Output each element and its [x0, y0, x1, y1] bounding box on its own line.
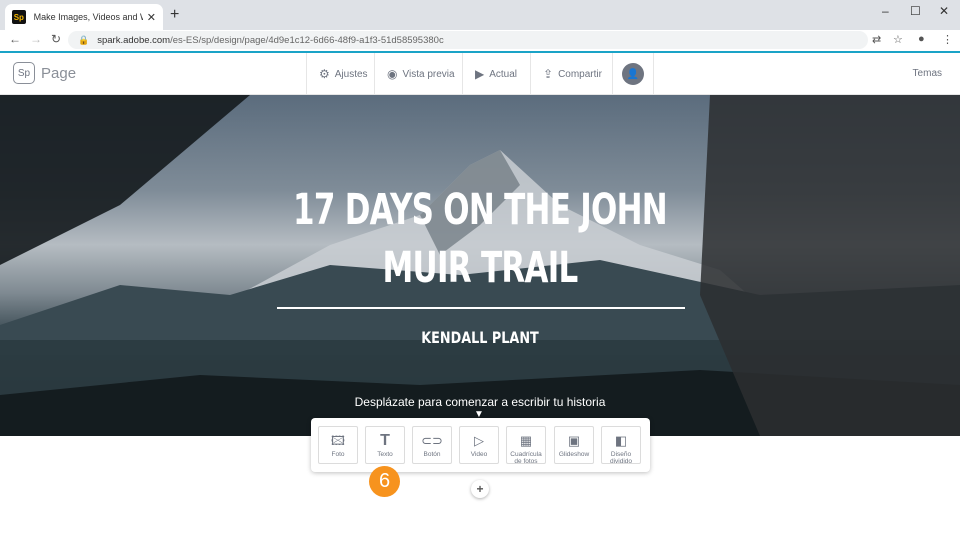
photo-grid-icon: ▦: [519, 433, 533, 448]
author-name[interactable]: KENDALL PLANT: [360, 328, 600, 347]
insert-button-button[interactable]: ⊂⊃ Botón: [412, 426, 452, 464]
reload-icon[interactable]: ↻: [51, 32, 61, 46]
collaborate-button[interactable]: 👤: [612, 53, 654, 95]
new-tab-button[interactable]: +: [170, 6, 179, 24]
url-host: spark.adobe.com: [97, 34, 171, 46]
minimize-icon[interactable]: –: [882, 4, 889, 18]
maximize-icon[interactable]: ☐: [910, 4, 921, 18]
insert-content-toolbar: 🖾 Foto T Texto ⊂⊃ Botón ▷ Video ▦ Cuadrí…: [311, 418, 650, 472]
url-path: /es-ES/sp/design/page/4d9e1c12-6d66-48f9…: [170, 34, 444, 46]
link-icon: ⊂⊃: [421, 433, 443, 448]
address-bar[interactable]: 🔒 spark.adobe.com/es-ES/sp/design/page/4…: [68, 31, 868, 49]
translate-icon[interactable]: ⇄: [872, 33, 881, 46]
insert-photo-grid-button[interactable]: ▦ Cuadrícula de fotos: [506, 426, 546, 465]
insert-photo-label: Foto: [331, 451, 345, 458]
tab-close-icon[interactable]: ✕: [147, 11, 156, 24]
page-title[interactable]: 17 DAYS ON THE JOHN MUIR TRAIL: [278, 181, 681, 297]
photo-icon: 🖾: [330, 433, 346, 448]
share-button[interactable]: ⇪ Compartir: [530, 53, 612, 95]
spark-favicon-icon: Sp: [12, 10, 26, 24]
insert-text-label: Texto: [377, 451, 393, 458]
back-icon[interactable]: ←: [9, 32, 21, 46]
bookmark-star-icon[interactable]: ☆: [893, 33, 903, 46]
insert-photo-grid-label: Cuadrícula de fotos: [510, 451, 542, 465]
insert-text-button[interactable]: T Texto: [365, 426, 405, 464]
split-layout-icon: ◧: [614, 433, 628, 448]
spark-header: Sp Page ⚙ Ajustes ◉ Vista previa ▶ Actua…: [0, 53, 960, 95]
menu-kebab-icon[interactable]: ⋮: [942, 33, 953, 46]
insert-video-button[interactable]: ▷ Video: [459, 426, 499, 464]
browser-tab-strip: Sp Make Images, Videos and Web S ✕ + – ☐…: [0, 0, 960, 30]
insert-video-label: Video: [470, 451, 488, 458]
lock-icon: 🔒: [78, 34, 90, 45]
url-text: spark.adobe.com/es-ES/sp/design/page/4d9…: [97, 35, 443, 46]
title-divider: [277, 307, 685, 309]
insert-split-layout-button[interactable]: ◧ Diseño dividido: [601, 426, 641, 465]
insert-photo-button[interactable]: 🖾 Foto: [318, 426, 358, 464]
profile-icon[interactable]: ●: [918, 33, 925, 45]
app-name: Page: [41, 65, 77, 82]
tab-title: Make Images, Videos and Web S: [33, 12, 143, 22]
spark-logo-icon[interactable]: Sp: [13, 62, 35, 84]
insert-glideshow-button[interactable]: ▣ Glideshow: [554, 426, 594, 464]
current-label: Actual: [489, 68, 518, 80]
insert-button-label: Botón: [423, 451, 441, 458]
themes-button[interactable]: Temas: [913, 68, 942, 79]
glideshow-icon: ▣: [567, 433, 581, 448]
hero-banner[interactable]: 17 DAYS ON THE JOHN MUIR TRAIL KENDALL P…: [0, 95, 960, 436]
insert-glideshow-label: Glideshow: [558, 451, 590, 458]
share-label: Compartir: [558, 68, 602, 80]
step-number-badge: 6: [369, 466, 400, 497]
browser-toolbar: ← → ↻ 🔒 spark.adobe.com/es-ES/sp/design/…: [0, 30, 960, 51]
play-icon: ▶: [475, 67, 485, 81]
gear-icon: ⚙: [319, 67, 330, 81]
preview-label: Vista previa: [402, 68, 455, 80]
settings-button[interactable]: ⚙ Ajustes: [306, 53, 374, 95]
insert-split-layout-label: Diseño dividido: [609, 451, 633, 465]
scroll-hint: Desplázate para comenzar a escribir tu h…: [354, 395, 606, 409]
text-icon: T: [380, 432, 390, 449]
add-content-plus-icon[interactable]: +: [471, 480, 489, 498]
share-icon: ⇪: [543, 67, 554, 81]
browser-tab[interactable]: Sp Make Images, Videos and Web S ✕: [5, 4, 163, 30]
settings-label: Ajustes: [334, 68, 368, 80]
forward-icon[interactable]: →: [30, 32, 42, 46]
preview-button[interactable]: ◉ Vista previa: [374, 53, 462, 95]
eye-icon: ◉: [387, 67, 398, 81]
window-close-icon[interactable]: ✕: [939, 4, 949, 18]
current-button[interactable]: ▶ Actual: [462, 53, 530, 95]
add-collaborator-icon: 👤: [622, 63, 644, 85]
video-icon: ▷: [474, 433, 484, 448]
